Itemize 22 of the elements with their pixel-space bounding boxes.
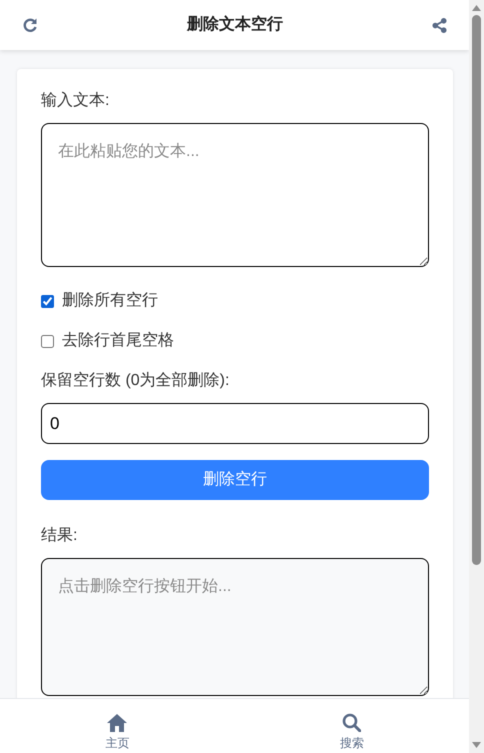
share-icon[interactable] — [432, 18, 447, 32]
refresh-icon[interactable] — [22, 17, 38, 33]
text-input-field[interactable]: 在此粘贴您的文本... — [41, 123, 429, 267]
page-title: 删除文本空行 — [187, 14, 283, 35]
remove-empty-lines-button[interactable]: 删除空行 — [41, 460, 429, 500]
search-icon — [342, 713, 362, 732]
checkbox-label: 去除行首尾空格 — [62, 330, 174, 351]
scrollbar[interactable] — [469, 0, 484, 753]
result-field[interactable]: 点击删除空行按钮开始... — [41, 558, 429, 696]
scrollbar-thumb[interactable] — [472, 15, 481, 565]
home-icon — [107, 714, 128, 732]
checkbox-label: 删除所有空行 — [62, 290, 158, 311]
scroll-down-icon[interactable] — [472, 742, 481, 748]
input-label: 输入文本: — [41, 90, 110, 111]
search-nav-button[interactable]: 搜索 — [234, 699, 469, 753]
keep-lines-field[interactable]: 0 — [41, 403, 429, 444]
scroll-up-icon[interactable] — [472, 5, 481, 11]
keep-lines-label: 保留空行数 (0为全部删除): — [41, 370, 230, 391]
home-nav-button[interactable]: 主页 — [0, 699, 234, 753]
checkbox[interactable] — [41, 334, 54, 348]
result-label: 结果: — [41, 526, 78, 546]
checkbox[interactable] — [41, 294, 54, 308]
